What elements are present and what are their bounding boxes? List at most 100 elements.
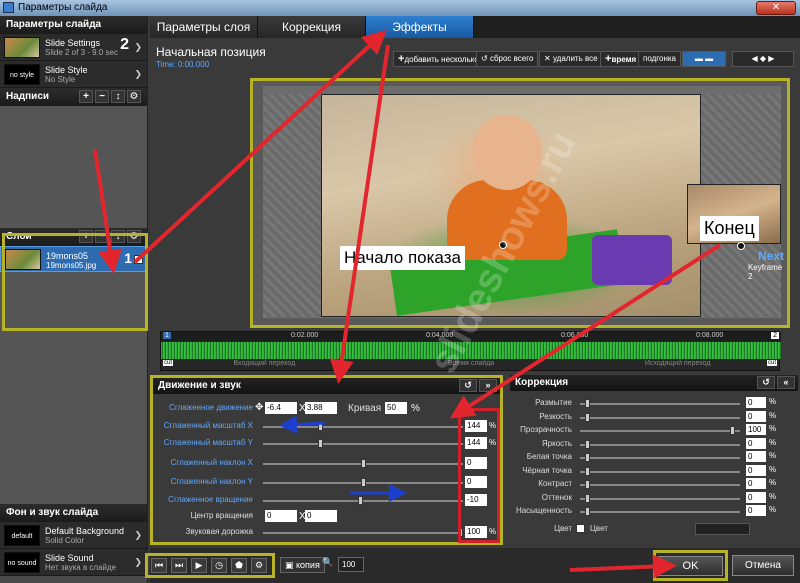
- keyframe-title: Начальная позиция: [156, 45, 266, 59]
- smooth-move-label: Сглаженное движение: [169, 403, 253, 412]
- rot-center-y[interactable]: 0: [305, 510, 337, 522]
- slider-knob[interactable]: [585, 507, 590, 516]
- slide-number: 2: [120, 36, 129, 53]
- reset-icon[interactable]: ↺: [459, 379, 477, 392]
- slider-knob[interactable]: [318, 422, 323, 431]
- correction-value[interactable]: 0: [746, 464, 766, 476]
- keyframe-nav[interactable]: ◀ ◆ ▶: [732, 51, 794, 67]
- correction-value[interactable]: 0: [746, 410, 766, 422]
- section-slide: Время слайда: [447, 360, 495, 367]
- slider-knob[interactable]: [585, 480, 590, 489]
- correction-value[interactable]: 100: [746, 424, 766, 435]
- timeline-marker-1[interactable]: 1: [163, 332, 171, 339]
- slider-knob[interactable]: [585, 466, 590, 476]
- skip-start-icon[interactable]: ⏮: [151, 558, 167, 573]
- slider-knob[interactable]: [358, 496, 363, 505]
- color-label: Цвет: [554, 524, 572, 533]
- correction-slider[interactable]: [580, 507, 740, 516]
- tab-effects[interactable]: Эффекты: [366, 16, 474, 38]
- skip-end-icon[interactable]: ⏭: [171, 558, 187, 573]
- correction-slider[interactable]: [580, 480, 740, 489]
- sound-item[interactable]: no sound Slide Sound Нет звука в слайде …: [0, 549, 147, 576]
- color-checkbox[interactable]: [576, 524, 585, 533]
- ok-button[interactable]: OK: [658, 556, 723, 576]
- slide-settings-item[interactable]: Slide Settings Slide 2 of 3 - 9.0 sec 2 …: [0, 34, 147, 61]
- correction-value[interactable]: 0: [746, 451, 766, 462]
- correction-slider[interactable]: [580, 426, 740, 435]
- marker-icon[interactable]: ⬟: [231, 558, 247, 573]
- tilt-x-slider[interactable]: [263, 459, 463, 468]
- move-x-input[interactable]: -6.4: [265, 402, 297, 414]
- reset-icon[interactable]: ↺: [757, 376, 775, 389]
- reset-all-button[interactable]: ↺ сброс всего: [476, 51, 539, 67]
- cancel-button[interactable]: Отмена: [732, 555, 794, 576]
- reorder-caption-button[interactable]: ↕: [111, 90, 125, 103]
- play-icon[interactable]: ▶: [191, 558, 207, 573]
- remove-caption-button[interactable]: −: [95, 90, 109, 103]
- correction-slider[interactable]: [580, 439, 740, 449]
- correction-slider[interactable]: [580, 399, 740, 408]
- rotation-slider[interactable]: [263, 496, 463, 505]
- timeline-marker-2[interactable]: 2: [771, 332, 779, 339]
- slider-knob[interactable]: [585, 412, 590, 422]
- cut-marker[interactable]: cut: [163, 360, 174, 366]
- view-mode-toggle[interactable]: ▬ ▬: [682, 51, 726, 67]
- expand-icon[interactable]: »: [479, 379, 497, 392]
- slider-knob[interactable]: [730, 426, 735, 435]
- slide-style-item[interactable]: no style Slide Style No Style ❯: [0, 61, 147, 88]
- color-picker[interactable]: [695, 523, 750, 535]
- slider-knob[interactable]: [585, 439, 590, 449]
- curve-input[interactable]: 50: [385, 402, 407, 414]
- correction-value[interactable]: 0: [746, 478, 766, 489]
- slider-knob[interactable]: [361, 478, 366, 487]
- close-window-button[interactable]: ✕: [756, 1, 796, 15]
- zoom-value[interactable]: 100: [338, 557, 364, 572]
- scale-x-slider[interactable]: [263, 422, 463, 431]
- curve-label: Кривая: [348, 403, 382, 414]
- tilt-y-slider[interactable]: [263, 478, 463, 487]
- slider-knob[interactable]: [585, 399, 590, 408]
- move-y-input[interactable]: 3.88: [305, 402, 337, 414]
- unit-pct: %: [769, 464, 777, 474]
- cut-marker[interactable]: cut: [766, 360, 777, 366]
- bottom-bar: ⏮ ⏭ ▶ ◷ ⬟ ⚙ ▣ копия 🔍 100 OK Отмена: [145, 548, 800, 583]
- slide-params-header: Параметры слайда: [0, 16, 147, 34]
- window-title: Параметры слайда: [18, 2, 108, 13]
- rot-center-x[interactable]: 0: [265, 510, 297, 522]
- section-in: Входящий переход: [233, 360, 296, 367]
- delete-all-button[interactable]: ✕ удалить все: [539, 51, 603, 67]
- slider-knob[interactable]: [361, 459, 366, 468]
- correction-slider[interactable]: [580, 493, 740, 503]
- center-marker[interactable]: [737, 242, 745, 250]
- background-item[interactable]: default Default Background Solid Color ❯: [0, 522, 147, 549]
- correction-slider[interactable]: [580, 453, 740, 462]
- correction-value[interactable]: 0: [746, 505, 766, 516]
- correction-row: Оттенок 0%: [510, 491, 798, 505]
- rotation-row: Сглаженное вращение -10: [153, 494, 500, 508]
- timer-icon[interactable]: ◷: [211, 558, 227, 573]
- slider-knob[interactable]: [318, 439, 323, 448]
- end-label: Конец: [700, 216, 759, 241]
- gear-icon[interactable]: ⚙: [251, 558, 267, 573]
- add-several-button[interactable]: +добавить несколько: [393, 51, 484, 67]
- scale-y-slider[interactable]: [263, 439, 463, 448]
- correction-value[interactable]: 0: [746, 437, 766, 449]
- correction-value[interactable]: 0: [746, 397, 766, 408]
- collapse-icon[interactable]: «: [777, 376, 795, 389]
- correction-slider[interactable]: [580, 412, 740, 422]
- fit-button[interactable]: подгонка: [638, 51, 682, 67]
- time-button[interactable]: +время: [600, 51, 642, 67]
- correction-title: Коррекция: [515, 377, 569, 388]
- add-caption-button[interactable]: +: [79, 90, 93, 103]
- tab-layer-params[interactable]: Параметры слоя: [150, 16, 258, 38]
- slider-knob[interactable]: [585, 453, 590, 462]
- correction-slider[interactable]: [580, 466, 740, 476]
- correction-label: Белая точка: [526, 452, 572, 461]
- tab-correction[interactable]: Коррекция: [258, 16, 366, 38]
- gear-icon[interactable]: ⚙: [127, 90, 141, 103]
- slider-knob[interactable]: [585, 493, 590, 503]
- copy-button[interactable]: ▣ копия: [280, 557, 325, 573]
- correction-label: Насыщенность: [515, 506, 572, 515]
- correction-value[interactable]: 0: [746, 491, 766, 503]
- audio-slider[interactable]: [263, 528, 463, 537]
